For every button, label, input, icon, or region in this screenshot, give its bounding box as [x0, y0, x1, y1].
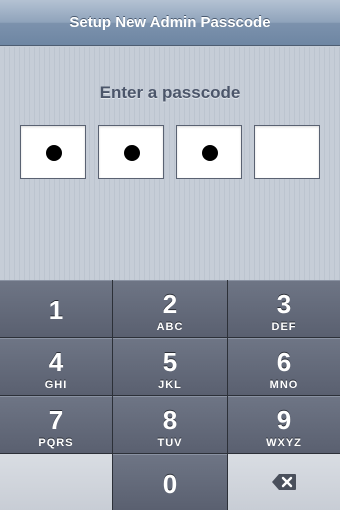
- key-letters: ABC: [156, 321, 184, 333]
- key-4[interactable]: 4 GHI: [0, 338, 112, 395]
- blank-key: [0, 454, 112, 510]
- key-letters: JKL: [158, 379, 182, 391]
- key-8[interactable]: 8 TUV: [113, 396, 227, 453]
- key-digit: 0: [162, 469, 178, 499]
- passcode-dot: [124, 145, 140, 161]
- key-6[interactable]: 6 MNO: [228, 338, 340, 395]
- key-1[interactable]: 1: [0, 280, 112, 337]
- key-letters: WXYZ: [266, 437, 302, 449]
- key-letters: GHI: [44, 379, 68, 391]
- key-digit: 2: [162, 289, 178, 319]
- passcode-fields: [20, 125, 320, 179]
- passcode-dot: [46, 145, 62, 161]
- key-digit: 4: [48, 347, 64, 377]
- key-letters: DEF: [271, 321, 297, 333]
- passcode-prompt: Enter a passcode: [99, 83, 241, 102]
- passcode-entry-area: Enter a passcode: [0, 47, 340, 280]
- key-digit: 5: [162, 347, 178, 377]
- key-letters: PQRS: [38, 437, 74, 449]
- key-digit: 8: [162, 405, 178, 435]
- navigation-bar: Setup New Admin Passcode: [0, 0, 340, 46]
- key-digit: 1: [48, 295, 64, 325]
- numeric-keypad: 1 2 ABC 3 DEF 4 GHI 5 JKL 6 MNO 7 PQRS 8…: [0, 280, 340, 510]
- passcode-dot: [202, 145, 218, 161]
- key-9[interactable]: 9 WXYZ: [228, 396, 340, 453]
- key-3[interactable]: 3 DEF: [228, 280, 340, 337]
- passcode-digit-2: [98, 125, 164, 179]
- navbar-title: Setup New Admin Passcode: [69, 14, 271, 31]
- key-5[interactable]: 5 JKL: [113, 338, 227, 395]
- key-digit: 9: [276, 405, 292, 435]
- passcode-digit-1: [20, 125, 86, 179]
- key-letters: TUV: [157, 437, 183, 449]
- backspace-icon: [272, 474, 296, 490]
- passcode-digit-3: [176, 125, 242, 179]
- key-letters: MNO: [269, 379, 299, 391]
- passcode-digit-4: [254, 125, 320, 179]
- delete-button[interactable]: [228, 454, 340, 510]
- key-digit: 6: [276, 347, 292, 377]
- key-0[interactable]: 0: [113, 454, 227, 510]
- key-digit: 7: [48, 405, 64, 435]
- key-2[interactable]: 2 ABC: [113, 280, 227, 337]
- key-digit: 3: [276, 289, 292, 319]
- key-7[interactable]: 7 PQRS: [0, 396, 112, 453]
